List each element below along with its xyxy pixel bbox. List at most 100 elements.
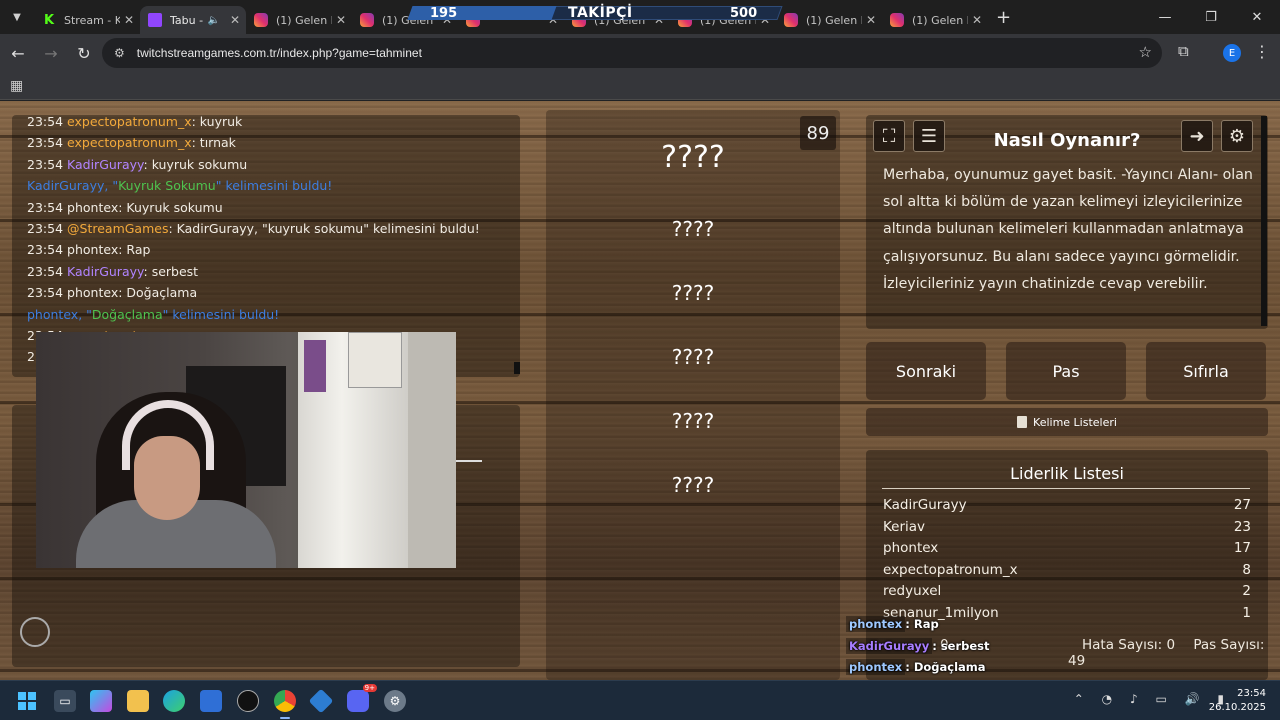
system-message-text: kelimesini buldu! xyxy=(221,178,333,194)
browser-tab[interactable]: (1) Gelen K ✕ xyxy=(246,6,352,34)
leaderboard-score: 23 xyxy=(1233,518,1251,535)
tab-search-button[interactable]: ▼ xyxy=(0,0,34,34)
next-button[interactable]: Sonraki xyxy=(866,342,986,400)
chat-timestamp: 23:54 xyxy=(27,199,64,215)
browser-tab[interactable]: (1) Gelen K ✕ xyxy=(882,6,988,34)
target-word: ???? xyxy=(661,140,725,175)
chat-username[interactable]: expectopatronum_x xyxy=(67,115,192,129)
twitch-icon xyxy=(148,13,162,27)
maximize-button[interactable]: ❐ xyxy=(1188,0,1234,34)
how-to-play-title: Nasıl Oynanır? xyxy=(993,130,1141,151)
chat-timestamp: 23:54 xyxy=(27,115,64,129)
close-tab-icon[interactable]: ✕ xyxy=(972,13,982,27)
leaderboard-score: 27 xyxy=(1233,497,1251,513)
chat-username[interactable]: @StreamGames xyxy=(67,221,168,236)
leaderboard-score: 2 xyxy=(1242,583,1251,600)
close-tab-icon[interactable]: ✕ xyxy=(866,13,876,27)
obs-icon[interactable] xyxy=(237,690,259,712)
forbidden-word: ???? xyxy=(671,409,715,433)
webcam-feed xyxy=(36,332,456,568)
extensions-icon[interactable]: ⧉ xyxy=(1178,42,1189,60)
system-message-text: kelimesini buldu! xyxy=(168,306,280,322)
chat-timestamp: 23:54 xyxy=(27,156,64,172)
chat-text: tırnak xyxy=(199,135,236,151)
tray-expand-icon[interactable]: ⌃ xyxy=(1074,692,1084,706)
overlay-chat-username: phontex xyxy=(846,659,906,675)
webcam-wall xyxy=(408,332,456,568)
pass-button[interactable]: Pas xyxy=(1006,342,1126,400)
chat-message: 23:54 phontex: Rap xyxy=(27,242,151,258)
browser-tab[interactable]: (1) Gelen K ✕ xyxy=(776,6,882,34)
browser-menu-icon[interactable]: ⋮ xyxy=(1254,42,1270,61)
minimize-button[interactable]: — xyxy=(1142,0,1188,34)
chat-text: kuyruk xyxy=(199,115,243,129)
chat-text: Rap xyxy=(126,242,151,258)
chat-username[interactable]: phontex xyxy=(67,200,118,215)
app-icon[interactable] xyxy=(308,688,334,714)
arrow-right-icon: → xyxy=(44,43,58,63)
windows-start-icon[interactable] xyxy=(16,690,38,712)
forbidden-word: ???? xyxy=(671,473,715,497)
display-icon[interactable]: ▭ xyxy=(1155,692,1166,706)
browser-tab[interactable]: K Stream - K ✕ xyxy=(34,6,140,34)
back-button[interactable]: ← xyxy=(3,38,33,68)
chat-username[interactable]: expectopatronum_x xyxy=(67,135,192,150)
volume-icon[interactable]: 🔊 xyxy=(1185,692,1200,706)
new-tab-button[interactable]: + xyxy=(996,7,1011,28)
forward-button[interactable]: → xyxy=(36,38,66,68)
chat-message: KadirGurayy, "Kuyruk Sokumu" kelimesini … xyxy=(27,178,333,194)
chrome-icon[interactable] xyxy=(274,690,296,712)
address-bar[interactable]: ⚙ twitchstreamgames.com.tr/index.php?gam… xyxy=(102,38,1162,68)
store-icon[interactable] xyxy=(200,690,222,712)
leaderboard-name: expectopatronum_x xyxy=(883,561,1018,578)
chat-text: kuyruk sokumu xyxy=(151,156,248,172)
copilot-icon[interactable] xyxy=(90,690,112,712)
mic-icon[interactable]: ♪ xyxy=(1130,692,1138,706)
chat-text: KadirGurayy, "kuyruk sokumu" kelimesini … xyxy=(176,220,480,236)
system-clock[interactable]: 23:54 26.10.2025 xyxy=(1209,687,1266,715)
windows-logo-icon xyxy=(18,692,36,710)
reset-button[interactable]: Sıfırla xyxy=(1146,342,1266,400)
chat-username[interactable]: phontex xyxy=(67,285,118,300)
discord-icon[interactable]: 9+ xyxy=(347,684,377,712)
site-info-icon[interactable]: ⚙ xyxy=(114,46,125,60)
webcam-artwork xyxy=(348,332,402,388)
settings-icon[interactable]: ⚙ xyxy=(384,690,406,712)
chat-timestamp: 23:54 xyxy=(27,263,64,279)
network-icon[interactable]: ◔ xyxy=(1102,692,1112,706)
word-lists-button[interactable]: Kelime Listeleri xyxy=(866,408,1268,436)
profile-avatar[interactable]: E xyxy=(1223,44,1241,62)
speaker-icon[interactable]: 🔈 xyxy=(207,15,219,26)
close-tab-icon[interactable]: ✕ xyxy=(230,13,240,27)
how-to-scrollbar[interactable] xyxy=(1261,116,1267,326)
chat-username[interactable]: KadirGurayy xyxy=(67,157,143,172)
chat-timestamp: 23:54 xyxy=(27,135,64,151)
bookmark-star-icon[interactable]: ☆ xyxy=(1139,43,1152,61)
leaderboard-row: expectopatronum_x 8 xyxy=(883,562,1251,584)
chat-log: 23:54 expectopatronum_x: kuyruk 23:54 exp… xyxy=(27,115,517,368)
task-view-icon[interactable]: ▭ xyxy=(54,690,76,712)
browser-tab[interactable]: Tabu - 🔈 ✕ xyxy=(140,6,246,34)
chat-username[interactable]: KadirGurayy xyxy=(67,264,143,279)
leaderboard-divider xyxy=(882,488,1250,489)
chat-scrollbar[interactable] xyxy=(514,362,520,374)
apps-grid-icon[interactable]: ▦ xyxy=(10,78,23,94)
close-tab-icon[interactable]: ✕ xyxy=(124,13,134,27)
arrow-left-icon: ← xyxy=(11,43,25,63)
forbidden-word: ???? xyxy=(671,345,715,369)
chrome-running-indicator xyxy=(280,717,290,719)
leaderboard-name: phontex xyxy=(883,540,939,557)
url-text[interactable]: twitchstreamgames.com.tr/index.php?game=… xyxy=(137,46,422,60)
ring-light-icon xyxy=(20,617,50,647)
edge-icon[interactable] xyxy=(163,690,185,712)
tab-title: (1) Gelen K xyxy=(276,13,332,27)
close-window-button[interactable]: ✕ xyxy=(1234,0,1280,34)
follower-goal-target: 500 xyxy=(730,6,758,21)
discord-badge: 9+ xyxy=(362,684,377,692)
divider xyxy=(456,460,482,462)
file-explorer-icon[interactable] xyxy=(127,690,149,712)
overlay-chat-text: : Rap xyxy=(905,617,939,631)
chat-username[interactable]: phontex xyxy=(67,242,118,257)
reload-button[interactable]: ↻ xyxy=(69,38,99,68)
close-tab-icon[interactable]: ✕ xyxy=(336,13,346,27)
